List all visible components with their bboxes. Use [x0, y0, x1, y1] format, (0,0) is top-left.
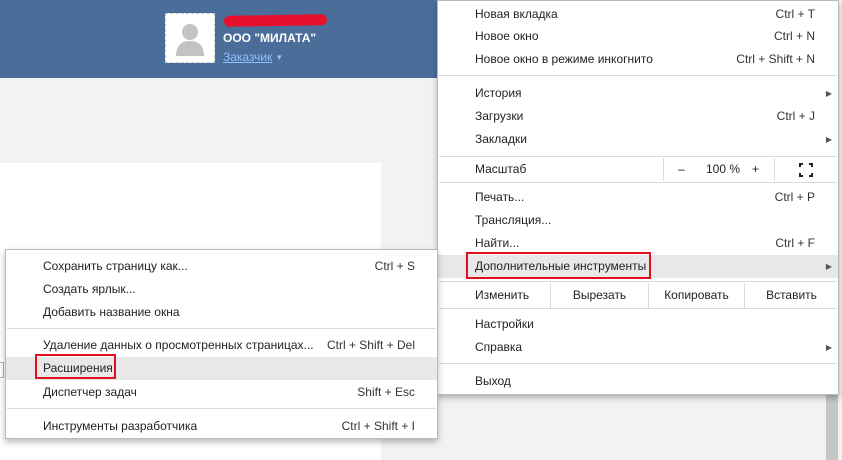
company-name: ООО "МИЛАТА" [223, 31, 317, 45]
menu-item-help[interactable]: Справка ▶ [438, 336, 838, 359]
user-placeholder-icon [176, 24, 204, 56]
menu-item-save-page[interactable]: Сохранить страницу как... Ctrl + S [6, 255, 437, 278]
avatar[interactable] [165, 13, 215, 63]
more-tools-submenu: Сохранить страницу как... Ctrl + S Созда… [5, 249, 438, 439]
menu-separator [439, 156, 837, 157]
menu-separator [439, 182, 837, 183]
redacted-username [223, 14, 328, 27]
browser-main-menu: Новая вкладка Ctrl + T Новое окно Ctrl +… [437, 0, 839, 395]
chevron-down-icon: ▼ [275, 53, 284, 62]
highlight-extensions [35, 354, 116, 379]
menu-item-settings[interactable]: Настройки [438, 313, 838, 336]
menu-item-create-shortcut[interactable]: Создать ярлык... [6, 278, 437, 301]
menu-item-bookmarks[interactable]: Закладки ▶ [438, 128, 838, 151]
chevron-right-icon: ▶ [825, 262, 832, 271]
menu-item-cast[interactable]: Трансляция... [438, 209, 838, 232]
page-edge-element [0, 362, 4, 378]
page-header: ООО "МИЛАТА" Заказчик ▼ [0, 0, 442, 78]
menu-separator [439, 308, 837, 309]
menu-separator [439, 75, 837, 76]
menu-item-history[interactable]: История ▶ [438, 82, 838, 105]
scrollbar-track[interactable] [826, 395, 838, 460]
zoom-level: 100 % [706, 162, 741, 176]
menu-separator [439, 281, 837, 282]
role-dropdown[interactable]: Заказчик ▼ [223, 50, 283, 64]
chevron-right-icon: ▶ [825, 135, 832, 144]
paste-button[interactable]: Вставить [744, 283, 838, 308]
menu-item-add-window-name[interactable]: Добавить название окна [6, 301, 437, 324]
menu-item-new-window[interactable]: Новое окно Ctrl + N [438, 25, 838, 48]
zoom-out-button[interactable]: – [678, 158, 685, 181]
menu-item-new-tab[interactable]: Новая вкладка Ctrl + T [438, 3, 838, 26]
menu-item-dev-tools[interactable]: Инструменты разработчика Ctrl + Shift + … [6, 415, 437, 438]
copy-button[interactable]: Копировать [648, 283, 744, 308]
menu-item-edit: Изменить Вырезать Копировать Вставить [438, 283, 838, 308]
chevron-right-icon: ▶ [825, 89, 832, 98]
highlight-more-tools [466, 252, 651, 279]
menu-item-incognito[interactable]: Новое окно в режиме инкогнито Ctrl + Shi… [438, 48, 838, 71]
menu-separator [7, 408, 436, 409]
menu-item-task-manager[interactable]: Диспетчер задач Shift + Esc [6, 381, 437, 404]
menu-item-zoom: Масштаб – 100 % + [438, 158, 838, 181]
zoom-in-button[interactable]: + [752, 158, 759, 181]
menu-separator [7, 328, 436, 329]
menu-item-downloads[interactable]: Загрузки Ctrl + J [438, 105, 838, 128]
menu-item-print[interactable]: Печать... Ctrl + P [438, 186, 838, 209]
zoom-control: – 100 % + [663, 158, 775, 181]
role-label: Заказчик [223, 50, 273, 64]
chevron-right-icon: ▶ [825, 343, 832, 352]
menu-item-exit[interactable]: Выход [438, 370, 838, 393]
menu-separator [439, 363, 837, 364]
cut-button[interactable]: Вырезать [550, 283, 648, 308]
fullscreen-icon[interactable] [799, 163, 813, 177]
